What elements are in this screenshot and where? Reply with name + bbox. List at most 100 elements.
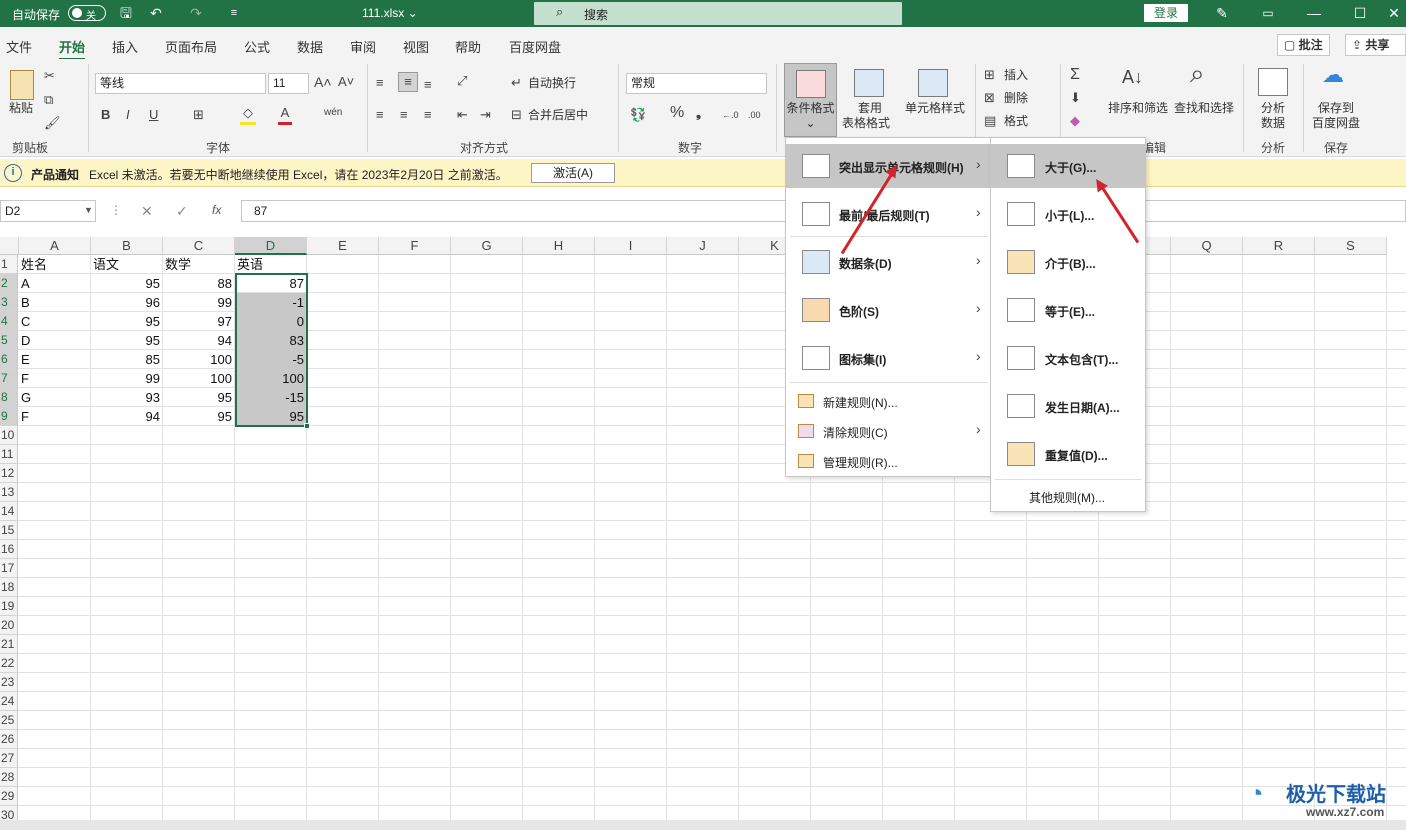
- cell[interactable]: 95: [163, 388, 234, 407]
- fill-handle[interactable]: [304, 423, 310, 429]
- find-select-label[interactable]: 查找和选择: [1172, 101, 1236, 115]
- sort-filter-icon[interactable]: A↓: [1122, 68, 1143, 86]
- analyze-data-icon[interactable]: [1258, 68, 1288, 96]
- find-select-icon[interactable]: ⌕: [1190, 60, 1205, 86]
- cell[interactable]: 96: [91, 293, 162, 312]
- cell[interactable]: 95: [163, 407, 234, 426]
- baidu-cloud-icon[interactable]: ☁: [1322, 64, 1344, 86]
- cell[interactable]: G: [19, 388, 90, 407]
- cell[interactable]: 94: [91, 407, 162, 426]
- tab-page-layout[interactable]: 页面布局: [165, 37, 217, 56]
- bold-icon[interactable]: B: [101, 106, 110, 124]
- column-header[interactable]: C: [163, 237, 235, 255]
- cell[interactable]: F: [19, 407, 90, 426]
- cell[interactable]: 姓名: [19, 255, 90, 274]
- minimize-icon[interactable]: —: [1304, 4, 1324, 22]
- column-header[interactable]: S: [1315, 237, 1387, 255]
- decrease-indent-icon[interactable]: ⇤: [457, 106, 468, 124]
- customize-qat-icon[interactable]: ≡: [224, 4, 244, 22]
- fill-icon[interactable]: ⬇: [1070, 89, 1081, 107]
- table-format-label-1[interactable]: 套用: [842, 101, 898, 115]
- ribbon-display-icon[interactable]: ▭: [1258, 4, 1278, 22]
- paste-icon[interactable]: [10, 70, 34, 100]
- new-rule-item[interactable]: 新建规则(N)...: [786, 389, 990, 415]
- row-header[interactable]: 1: [0, 255, 18, 274]
- column-header[interactable]: F: [379, 237, 451, 255]
- row-header[interactable]: 5: [0, 331, 18, 350]
- column-header[interactable]: H: [523, 237, 595, 255]
- tab-baidu[interactable]: 百度网盘: [509, 37, 561, 56]
- copy-icon[interactable]: ⧉: [44, 91, 53, 109]
- row-header[interactable]: 7: [0, 369, 18, 388]
- column-header[interactable]: D: [235, 237, 307, 255]
- save-baidu-label-2[interactable]: 百度网盘: [1308, 116, 1364, 130]
- cell[interactable]: 100: [163, 369, 234, 388]
- font-size-select[interactable]: 11: [268, 73, 309, 94]
- cell[interactable]: 94: [163, 331, 234, 350]
- font-name-select[interactable]: 等线: [95, 73, 266, 94]
- tab-help[interactable]: 帮助: [455, 37, 481, 56]
- row-header[interactable]: 17: [0, 559, 18, 578]
- tab-formulas[interactable]: 公式: [244, 37, 270, 56]
- percent-icon[interactable]: %: [670, 104, 684, 122]
- save-baidu-label-1[interactable]: 保存到: [1308, 101, 1364, 115]
- cell[interactable]: 数学: [163, 255, 234, 274]
- align-middle-icon[interactable]: ≡: [398, 72, 418, 92]
- maximize-icon[interactable]: ☐: [1350, 4, 1370, 22]
- row-header[interactable]: 18: [0, 578, 18, 597]
- column-header[interactable]: I: [595, 237, 667, 255]
- row-header[interactable]: 25: [0, 711, 18, 730]
- cell[interactable]: 95: [91, 312, 162, 331]
- row-header[interactable]: 21: [0, 635, 18, 654]
- row-header[interactable]: 13: [0, 483, 18, 502]
- conditional-format-button[interactable]: 条件格式 ⌄: [784, 63, 837, 137]
- column-header[interactable]: E: [307, 237, 379, 255]
- italic-icon[interactable]: I: [126, 106, 130, 124]
- table-format-label-2[interactable]: 表格格式: [838, 116, 894, 130]
- pen-icon[interactable]: ✎: [1212, 4, 1232, 22]
- align-top-icon[interactable]: ≡: [376, 74, 384, 92]
- enter-icon[interactable]: ✓: [176, 203, 188, 220]
- tab-data[interactable]: 数据: [297, 37, 323, 56]
- top-bottom-rules-item[interactable]: 最前/最后规则(T) ›: [786, 192, 990, 236]
- increase-font-icon[interactable]: A˄: [314, 73, 332, 91]
- row-header[interactable]: 16: [0, 540, 18, 559]
- cell[interactable]: 100: [163, 350, 234, 369]
- cell[interactable]: 93: [91, 388, 162, 407]
- increase-indent-icon[interactable]: ⇥: [480, 106, 491, 124]
- align-bottom-icon[interactable]: ≡: [424, 76, 432, 94]
- cell[interactable]: F: [19, 369, 90, 388]
- column-header[interactable]: J: [667, 237, 739, 255]
- row-header[interactable]: 3: [0, 293, 18, 312]
- cell[interactable]: 99: [91, 369, 162, 388]
- column-header[interactable]: B: [91, 237, 163, 255]
- clear-rules-item[interactable]: 清除规则(C) ›: [786, 419, 990, 445]
- merge-center-button[interactable]: 合并后居中: [528, 108, 588, 122]
- row-header[interactable]: 9: [0, 407, 18, 426]
- cell[interactable]: 语文: [91, 255, 162, 274]
- cell[interactable]: 97: [163, 312, 234, 331]
- row-header[interactable]: 2: [0, 274, 18, 293]
- border-icon[interactable]: ⊞: [193, 106, 204, 124]
- activate-button[interactable]: 激活(A): [531, 163, 615, 183]
- font-color-icon[interactable]: A: [278, 104, 292, 125]
- wrap-text-button[interactable]: 自动换行: [528, 76, 576, 90]
- login-button[interactable]: 登录: [1144, 4, 1188, 22]
- analyze-label-1[interactable]: 分析: [1250, 101, 1296, 115]
- fill-color-icon[interactable]: ◇: [240, 104, 256, 125]
- worksheet-grid[interactable]: ABCDEFGHIJKLMNOPQRS123456789101112131415…: [0, 237, 1406, 830]
- wrap-text-icon[interactable]: ↵: [511, 74, 522, 92]
- row-header[interactable]: 15: [0, 521, 18, 540]
- cell[interactable]: 85: [91, 350, 162, 369]
- accounting-icon[interactable]: 💱: [630, 106, 646, 124]
- insert-cells-icon[interactable]: ⊞: [984, 66, 995, 84]
- delete-cells-button[interactable]: 删除: [1004, 91, 1028, 105]
- column-header[interactable]: G: [451, 237, 523, 255]
- cell-style-label[interactable]: 单元格样式: [900, 101, 970, 115]
- row-header[interactable]: 26: [0, 730, 18, 749]
- text-contains-item[interactable]: 文本包含(T)...: [991, 336, 1145, 380]
- close-icon[interactable]: ✕: [1384, 4, 1404, 22]
- row-header[interactable]: 8: [0, 388, 18, 407]
- select-all-corner[interactable]: [0, 237, 19, 255]
- comma-icon[interactable]: ❟: [696, 104, 701, 122]
